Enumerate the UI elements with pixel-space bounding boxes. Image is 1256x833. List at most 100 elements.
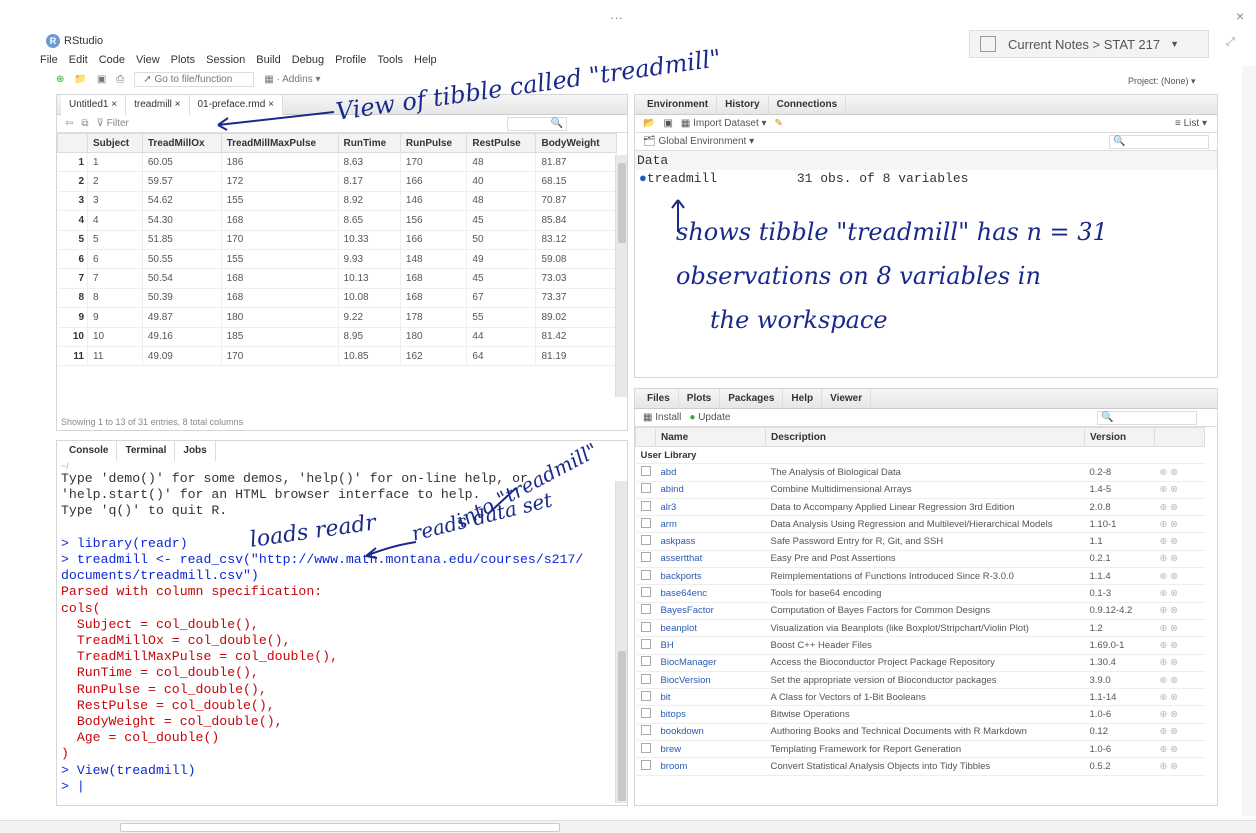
package-checkbox[interactable]	[640, 517, 651, 528]
menu-view[interactable]: View	[136, 54, 160, 66]
column-header[interactable]	[57, 133, 88, 153]
data-search-input[interactable]: 🔍	[507, 116, 567, 131]
menu-edit[interactable]: Edit	[69, 54, 88, 66]
package-name[interactable]: bit	[655, 688, 766, 707]
checkbox-cell[interactable]	[635, 723, 656, 742]
notes-dropdown[interactable]: Current Notes > STAT 217 ▼	[969, 30, 1209, 58]
addins-menu[interactable]: ▦ · Addins ▾	[264, 74, 320, 85]
column-header[interactable]: Version	[1084, 427, 1155, 447]
package-row[interactable]: BiocVersion Set the appropriate version o…	[635, 671, 1205, 690]
package-checkbox[interactable]	[640, 587, 651, 598]
open-project-icon[interactable]: 📁	[74, 74, 86, 85]
package-row[interactable]: base64enc Tools for base64 encoding 0.1-3 ⊕…	[635, 584, 1205, 603]
package-name[interactable]: backports	[655, 567, 766, 586]
install-button[interactable]: ▦ Install	[643, 412, 681, 423]
update-button[interactable]: ● Update	[689, 412, 730, 423]
package-checkbox[interactable]	[640, 656, 651, 667]
package-actions[interactable]: ⊕ ⊗	[1154, 481, 1205, 499]
column-header[interactable]: Description	[765, 427, 1085, 447]
package-row[interactable]: BH Boost C++ Header Files 1.69.0-1 ⊕ ⊗	[635, 636, 1205, 655]
package-actions[interactable]: ⊕ ⊗	[1154, 636, 1205, 655]
package-name[interactable]: arm	[655, 515, 766, 534]
package-name[interactable]: bitops	[655, 705, 766, 724]
menu-file[interactable]: File	[40, 54, 58, 66]
package-actions[interactable]: ⊕ ⊗	[1154, 515, 1205, 534]
column-header[interactable]: TreadMillOx	[141, 133, 222, 153]
checkbox-cell[interactable]	[635, 636, 656, 655]
package-row[interactable]: bitops Bitwise Operations 1.0-6 ⊕ ⊗	[635, 705, 1205, 724]
column-header[interactable]: Subject	[87, 133, 143, 153]
load-workspace-icon[interactable]: 📂	[643, 118, 655, 129]
checkbox-cell[interactable]	[635, 757, 656, 776]
console-scrollbar[interactable]	[615, 481, 627, 803]
project-menu[interactable]: Project: (None) ▾	[1128, 76, 1196, 87]
tab-files[interactable]: Files	[639, 388, 679, 409]
package-name[interactable]: abd	[655, 463, 766, 482]
column-header[interactable]: RunTime	[337, 133, 401, 153]
package-name[interactable]: askpass	[655, 532, 766, 551]
package-checkbox[interactable]	[640, 604, 651, 615]
package-row[interactable]: abd The Analysis of Biological Data 0.2-8 ⊕…	[635, 463, 1205, 482]
checkbox-cell[interactable]	[635, 584, 656, 603]
package-actions[interactable]: ⊕ ⊗	[1154, 463, 1205, 482]
checkbox-cell[interactable]	[635, 550, 656, 569]
checkbox-cell[interactable]	[635, 567, 656, 586]
checkbox-cell[interactable]	[635, 463, 656, 482]
column-header[interactable]: BodyWeight	[535, 133, 617, 153]
checkbox-cell[interactable]	[635, 705, 656, 724]
package-name[interactable]: brew	[655, 740, 766, 759]
menu-debug[interactable]: Debug	[292, 54, 324, 66]
package-actions[interactable]: ⊕ ⊗	[1154, 671, 1205, 690]
menu-code[interactable]: Code	[99, 54, 125, 66]
package-row[interactable]: BiocManager Access the Bioconductor Proje…	[635, 654, 1205, 672]
tab-connections[interactable]: Connections	[769, 94, 847, 115]
package-row[interactable]: abind Combine Multidimensional Arrays 1.4-…	[635, 481, 1205, 499]
package-name[interactable]: base64enc	[655, 584, 766, 603]
package-name[interactable]: BiocManager	[655, 654, 766, 672]
package-row[interactable]: beanplot Visualization via Beanplots (lik…	[635, 619, 1205, 638]
package-actions[interactable]: ⊕ ⊗	[1154, 723, 1205, 742]
package-checkbox[interactable]	[640, 535, 651, 546]
package-actions[interactable]: ⊕ ⊗	[1154, 498, 1205, 517]
checkbox-cell[interactable]	[635, 671, 656, 690]
package-checkbox[interactable]	[640, 742, 651, 753]
menu-help[interactable]: Help	[414, 54, 437, 66]
package-actions[interactable]: ⊕ ⊗	[1154, 550, 1205, 569]
checkbox-cell[interactable]	[635, 532, 656, 551]
package-checkbox[interactable]	[640, 690, 651, 701]
horizontal-scrollbar[interactable]	[0, 820, 1256, 833]
package-search-input[interactable]: 🔍	[1097, 410, 1197, 425]
global-env-menu[interactable]: 🗂 Global Environment ▾	[643, 136, 754, 147]
filter-button[interactable]: ⊽ Filter	[97, 118, 129, 129]
menu-tools[interactable]: Tools	[377, 54, 403, 66]
package-actions[interactable]: ⊕ ⊗	[1154, 654, 1205, 672]
tab-treadmill[interactable]: treadmill ×	[126, 94, 190, 115]
menu-session[interactable]: Session	[206, 54, 245, 66]
new-file-icon[interactable]: ⊕	[56, 74, 64, 85]
package-actions[interactable]: ⊕ ⊗	[1154, 532, 1205, 551]
tab-help[interactable]: Help	[783, 388, 823, 409]
package-actions[interactable]: ⊕ ⊗	[1154, 602, 1205, 620]
package-actions[interactable]: ⊕ ⊗	[1154, 688, 1205, 707]
checkbox-cell[interactable]	[635, 602, 656, 620]
checkbox-cell[interactable]	[635, 740, 656, 759]
menu-profile[interactable]: Profile	[335, 54, 366, 66]
column-header[interactable]: TreadMillMaxPulse	[220, 133, 339, 153]
menu-build[interactable]: Build	[256, 54, 280, 66]
save-icon[interactable]: ▣	[97, 74, 106, 85]
package-name[interactable]: assertthat	[655, 550, 766, 569]
checkbox-cell[interactable]	[635, 515, 656, 534]
package-checkbox[interactable]	[640, 465, 651, 476]
tab-terminal[interactable]: Terminal	[117, 441, 176, 461]
tab-untitled1[interactable]: Untitled1 ×	[61, 94, 127, 115]
package-actions[interactable]: ⊕ ⊗	[1154, 757, 1205, 776]
env-row-treadmill[interactable]: ● treadmill 31 obs. of 8 variables	[635, 170, 1217, 187]
list-view-button[interactable]: ≡ List ▾	[1175, 118, 1207, 129]
menu-plots[interactable]: Plots	[171, 54, 195, 66]
package-checkbox[interactable]	[640, 483, 651, 494]
popout-icon[interactable]: ⧉	[81, 118, 88, 129]
package-row[interactable]: backports Reimplementations of Functions …	[635, 567, 1205, 586]
package-name[interactable]: BH	[655, 636, 766, 655]
tab-environment[interactable]: Environment	[639, 94, 718, 115]
package-checkbox[interactable]	[640, 673, 651, 684]
